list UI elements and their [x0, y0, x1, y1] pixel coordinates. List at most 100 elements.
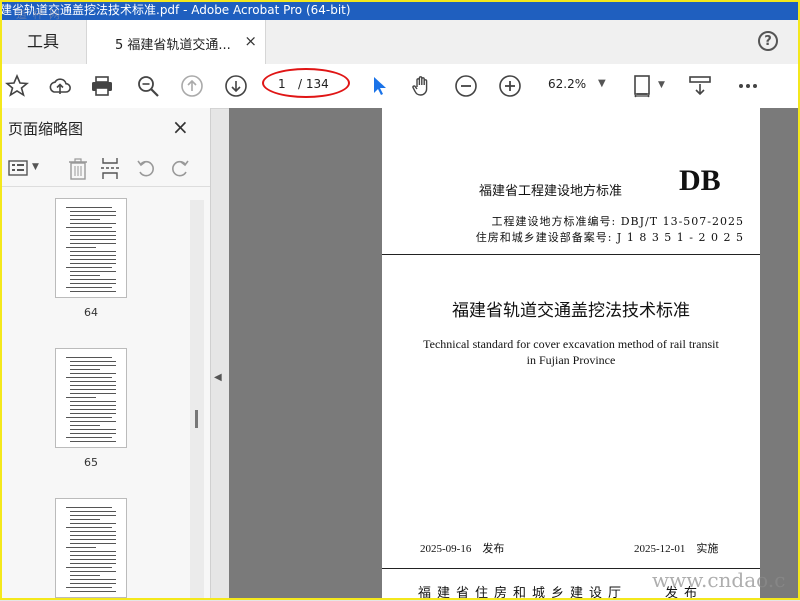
thumbnail-text-line: [70, 275, 100, 276]
fit-dropdown-icon[interactable]: ▼: [658, 80, 665, 90]
thumbnail-text-line: [70, 219, 100, 220]
thumbnail-text-line: [70, 211, 116, 212]
rotate-right-icon[interactable]: [170, 158, 190, 178]
thumbnail-text-line: [70, 401, 116, 402]
doc-standard-numbers: 工程建设地方标准编号: DBJ/T 13-507-2025 住房和城乡建设部备案…: [476, 214, 744, 246]
thumbnail-text-line: [70, 243, 116, 244]
zoom-in-icon[interactable]: [498, 74, 522, 98]
thumbnail-text-line: [70, 263, 116, 264]
options-dropdown-icon[interactable]: ▼: [32, 162, 39, 172]
doc-title-en: Technical standard for cover excavation …: [402, 336, 740, 368]
highlight-oval: [262, 68, 350, 98]
hand-tool-icon[interactable]: [410, 74, 434, 98]
thumbnail-text-line: [70, 291, 116, 292]
thumbnail-text-line: [70, 369, 100, 370]
tab-tools[interactable]: 工具: [0, 20, 86, 64]
doc-issue-date: 2025-09-16 发布: [420, 543, 505, 555]
watermark-top: 道 杯 网: [16, 8, 61, 21]
thumbnail-text-line: [70, 251, 116, 252]
thumbnail-panel: 页面缩略图 × ▼ 64 65: [0, 108, 211, 600]
thumbnail-text-line: [70, 393, 116, 394]
thumbnail-text-line: [66, 397, 96, 398]
thumbnail-text-line: [70, 279, 116, 280]
more-icon[interactable]: [736, 74, 760, 98]
thumbnail-text-line: [66, 377, 112, 378]
tab-document-label: 5 福建省轨道交通...: [115, 38, 231, 53]
thumbnail-text-line: [66, 267, 112, 268]
page-thumbnail[interactable]: [55, 348, 127, 448]
scroll-mode-icon[interactable]: [688, 74, 712, 98]
thumbnail-text-line: [70, 551, 116, 552]
next-page-icon[interactable]: [224, 74, 248, 98]
select-cursor-icon[interactable]: [368, 74, 392, 98]
thumbnail-text-line: [66, 287, 112, 288]
thumbnail-text-line: [70, 361, 116, 362]
rotate-left-icon[interactable]: [136, 158, 156, 178]
thumbnail-text-line: [70, 425, 100, 426]
panel-scrollbar[interactable]: [190, 200, 204, 598]
thumbnail-text-line: [66, 207, 112, 208]
panel-toolbar: ▼: [0, 150, 210, 187]
thumbnail-text-line: [66, 437, 112, 438]
pdf-page: 福建省工程建设地方标准 DB 工程建设地方标准编号: DBJ/T 13-507-…: [382, 108, 760, 601]
doc-standard-no: 工程建设地方标准编号: DBJ/T 13-507-2025: [491, 215, 744, 228]
thumbnail-text-line: [70, 405, 116, 406]
thumbnail-text-line: [66, 417, 112, 418]
thumbnail-text-line: [66, 587, 112, 588]
thumbnail-text-line: [70, 259, 116, 260]
thumbnail-text-line: [70, 563, 116, 564]
thumbnail-text-line: [70, 235, 116, 236]
doc-title-en-line2: in Fujian Province: [526, 353, 616, 367]
tab-document[interactable]: 5 福建省轨道交通... ×: [86, 20, 266, 65]
help-icon[interactable]: ?: [758, 31, 778, 51]
thumbnail-text-line: [70, 531, 116, 532]
thumbnail-text-line: [70, 543, 116, 544]
cloud-upload-icon[interactable]: [48, 74, 72, 98]
thumbnail-text-line: [66, 247, 96, 248]
options-menu-icon[interactable]: [8, 158, 28, 178]
prev-page-icon[interactable]: [180, 74, 204, 98]
thumbnail-text-line: [70, 433, 116, 434]
thumbnail-text-line: [66, 527, 112, 528]
thumbnail-text-line: [70, 441, 116, 442]
thumbnail-text-line: [70, 559, 116, 560]
zoom-out-icon[interactable]: [454, 74, 478, 98]
thumbnail-text-line: [70, 575, 100, 576]
thumbnail-text-line: [70, 591, 116, 592]
thumbnail-text-line: [70, 409, 116, 410]
panel-title: 页面缩略图: [8, 120, 84, 138]
thumbnail-text-line: [70, 239, 116, 240]
doc-rule-top: [382, 254, 760, 255]
trash-icon[interactable]: [68, 158, 88, 180]
thumbnail-text-line: [70, 515, 116, 516]
insert-page-icon[interactable]: [100, 157, 122, 181]
zoom-value: 62.2%: [548, 77, 587, 91]
thumbnail-text-line: [70, 365, 116, 366]
doc-impl-date: 2025-12-01 实施: [634, 543, 719, 555]
thumbnail-text-line: [70, 579, 116, 580]
thumbnail-text-line: [70, 523, 116, 524]
thumbnail-text-line: [70, 255, 116, 256]
doc-title-en-line1: Technical standard for cover excavation …: [423, 337, 719, 351]
thumbnail-text-line: [70, 215, 116, 216]
thumbnail-text-line: [70, 373, 116, 374]
fit-page-icon[interactable]: [632, 74, 656, 98]
thumbnail-text-line: [70, 381, 116, 382]
zoom-select[interactable]: 62.2% ▼: [540, 74, 610, 96]
print-icon[interactable]: [90, 74, 114, 98]
thumbnail-text-line: [70, 385, 116, 386]
collapse-panel-icon[interactable]: ◀: [214, 372, 222, 383]
thumbnail-text-line: [66, 507, 112, 508]
bookmark-star-icon[interactable]: [5, 74, 29, 98]
thumbnail-text-line: [70, 571, 116, 572]
tab-close-icon[interactable]: ×: [244, 32, 257, 50]
page-thumbnail[interactable]: [55, 498, 127, 598]
panel-close-icon[interactable]: ×: [172, 115, 189, 139]
scrollbar-thumb[interactable]: [195, 410, 198, 428]
search-icon[interactable]: [136, 74, 160, 98]
thumbnail-text-line: [70, 231, 116, 232]
thumbnail-text-line: [70, 283, 116, 284]
thumbnail-text-line: [66, 567, 112, 568]
thumbnail-text-line: [70, 413, 116, 414]
page-thumbnail[interactable]: [55, 198, 127, 298]
